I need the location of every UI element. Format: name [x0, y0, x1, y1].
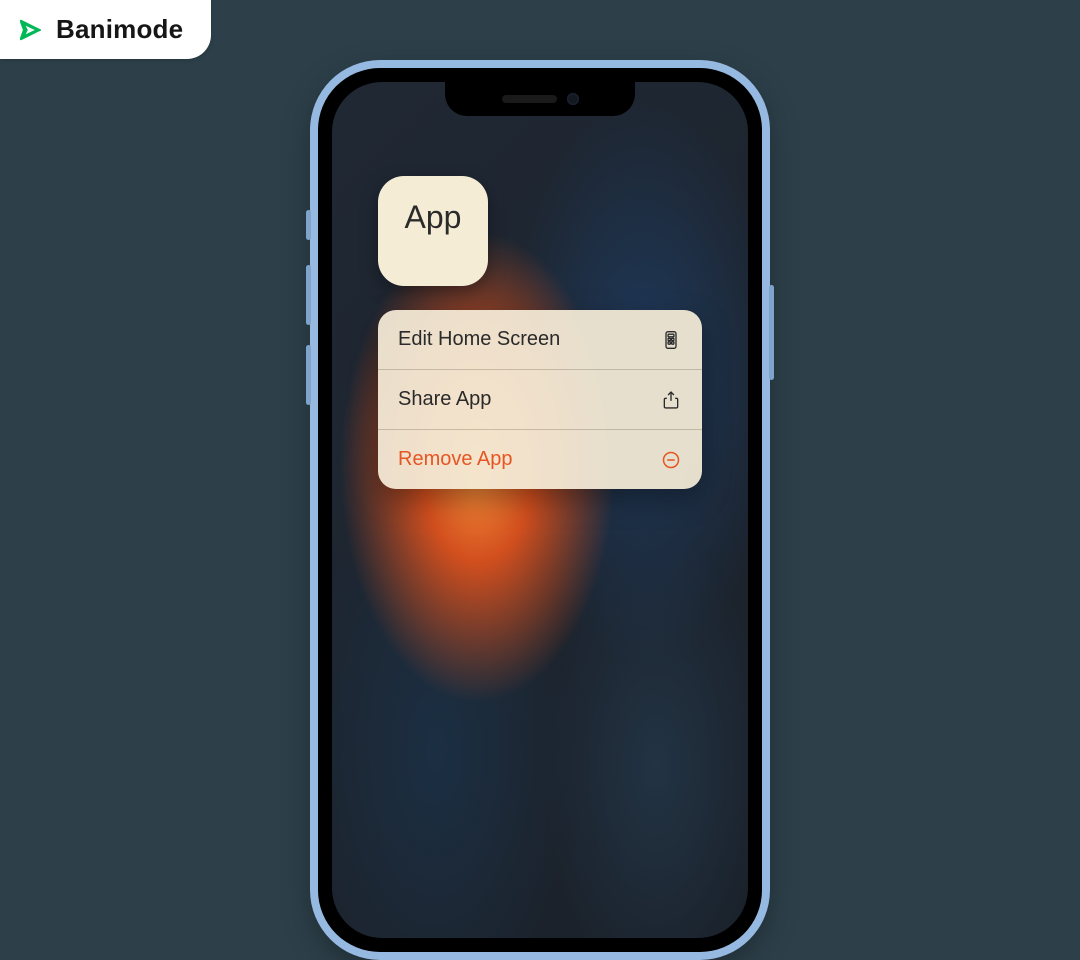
volume-up-button [306, 265, 311, 325]
phone-device-frame: App Edit Home Screen [310, 60, 770, 960]
volume-down-button [306, 345, 311, 405]
speaker-grill [502, 95, 557, 103]
phone-notch [445, 82, 635, 116]
share-icon [660, 389, 682, 411]
menu-item-label: Share App [398, 388, 491, 411]
phone-screen: App Edit Home Screen [332, 82, 748, 938]
app-icon[interactable]: App [378, 176, 488, 286]
app-context-menu: Edit Home Screen Share App [378, 310, 702, 489]
brand-name: Banimode [56, 14, 183, 45]
menu-remove-app[interactable]: Remove App [378, 429, 702, 489]
home-screen-icon [660, 329, 682, 351]
brand-logo-icon [18, 16, 46, 44]
menu-item-label: Edit Home Screen [398, 328, 560, 351]
menu-edit-home-screen[interactable]: Edit Home Screen [378, 310, 702, 369]
app-icon-label: App [405, 199, 462, 236]
brand-badge: Banimode [0, 0, 211, 59]
menu-share-app[interactable]: Share App [378, 369, 702, 429]
remove-icon [660, 449, 682, 471]
front-camera-icon [567, 93, 579, 105]
mute-switch [306, 210, 311, 240]
menu-item-label: Remove App [398, 448, 513, 471]
power-button [769, 285, 774, 380]
phone-bezel: App Edit Home Screen [318, 68, 762, 952]
